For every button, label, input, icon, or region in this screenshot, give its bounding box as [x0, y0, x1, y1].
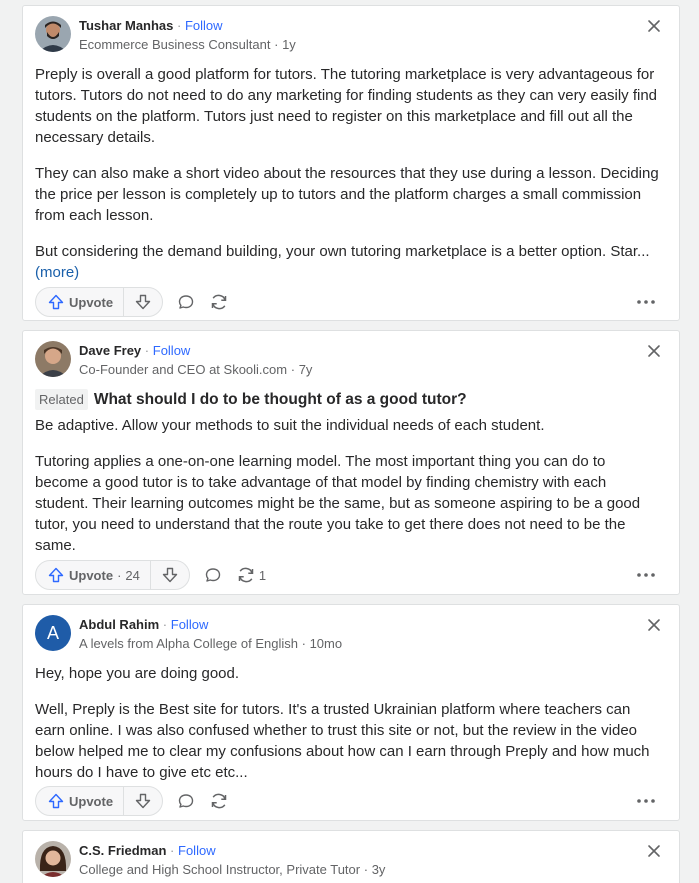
downvote-button[interactable]	[151, 561, 189, 589]
downvote-button[interactable]	[124, 288, 162, 316]
answer-header: Tushar Manhas · Follow Ecommerce Busines…	[35, 16, 296, 53]
comment-icon	[205, 568, 221, 582]
upvote-count: 24	[125, 567, 140, 583]
avatar[interactable]	[35, 841, 71, 877]
answer-paragraph: They can also make a short video about t…	[35, 165, 659, 224]
comment-button[interactable]	[177, 792, 195, 810]
action-bar: Upvote · 24 1	[35, 560, 661, 590]
answer-header: A Abdul Rahim · Follow A levels from Alp…	[35, 615, 342, 652]
more-options-icon[interactable]	[631, 560, 661, 590]
answer-header: Dave Frey · Follow Co-Founder and CEO at…	[35, 341, 312, 378]
vote-pill: Upvote	[35, 287, 164, 317]
author-credential[interactable]: Ecommerce Business Consultant	[79, 37, 270, 52]
close-icon[interactable]	[647, 19, 661, 33]
comment-icon	[178, 794, 194, 808]
share-button[interactable]: 1	[236, 566, 266, 584]
answer-body: Hey, hope you are doing good. Well, Prep…	[35, 663, 661, 783]
close-icon[interactable]	[647, 844, 661, 858]
separator-dot: ·	[170, 843, 175, 858]
follow-link[interactable]: Follow	[153, 343, 191, 358]
upvote-label: Upvote	[69, 294, 114, 310]
upvote-label: Upvote	[69, 793, 114, 809]
answer-age[interactable]: 1y	[282, 37, 296, 52]
answer-paragraph: Tutoring applies a one-on-one learning m…	[35, 453, 641, 554]
vote-pill: Upvote	[35, 786, 164, 816]
avatar[interactable]: A	[35, 615, 71, 651]
more-link[interactable]: (more)	[35, 264, 79, 281]
related-tag: Related	[35, 389, 88, 410]
answer-paragraph: Well, Preply is the Best site for tutors…	[35, 701, 650, 781]
answer-paragraph: Hey, hope you are doing good.	[35, 665, 240, 682]
upvote-button[interactable]: Upvote · 24	[36, 561, 151, 589]
separator-dot: ·	[363, 862, 369, 877]
share-icon	[211, 793, 227, 809]
related-question-title[interactable]: What should I do to be thought of as a g…	[94, 389, 467, 410]
upvote-arrow-icon	[48, 793, 64, 809]
author-name[interactable]: Tushar Manhas	[79, 18, 173, 33]
follow-link[interactable]: Follow	[178, 843, 216, 858]
avatar[interactable]	[35, 16, 71, 52]
vote-pill: Upvote · 24	[35, 560, 190, 590]
close-icon[interactable]	[647, 618, 661, 632]
upvote-label: Upvote	[69, 567, 114, 583]
share-icon	[211, 294, 227, 310]
comment-button[interactable]	[177, 293, 195, 311]
separator-dot: ·	[117, 567, 122, 583]
separator-dot: ·	[274, 37, 279, 52]
follow-link[interactable]: Follow	[171, 617, 209, 632]
answer-paragraph: Preply is overall a good platform for tu…	[35, 66, 658, 146]
author-credential[interactable]: College and High School Instructor, Priv…	[79, 862, 360, 877]
action-bar: Upvote	[35, 287, 661, 317]
answer-paragraph: But considering the demand building, you…	[35, 243, 650, 260]
downvote-button[interactable]	[124, 787, 162, 815]
page-scrollbar[interactable]	[691, 0, 699, 883]
separator-dot: ·	[177, 18, 182, 33]
answer-card: C.S. Friedman · Follow College and High …	[22, 830, 680, 883]
author-name[interactable]: C.S. Friedman	[79, 843, 166, 858]
more-options-icon[interactable]	[631, 786, 661, 816]
separator-dot: ·	[162, 617, 168, 632]
share-button[interactable]	[209, 293, 229, 311]
answer-paragraph: Be adaptive. Allow your methods to suit …	[35, 417, 545, 434]
upvote-button[interactable]: Upvote	[36, 787, 125, 815]
answer-card: Dave Frey · Follow Co-Founder and CEO at…	[22, 330, 680, 595]
separator-dot: ·	[144, 343, 150, 358]
author-credential[interactable]: Co-Founder and CEO at Skooli.com	[79, 362, 287, 377]
follow-link[interactable]: Follow	[185, 18, 223, 33]
downvote-arrow-icon	[135, 793, 151, 809]
close-icon[interactable]	[647, 344, 661, 358]
answer-card: Tushar Manhas · Follow Ecommerce Busines…	[22, 5, 680, 321]
related-question[interactable]: Related What should I do to be thought o…	[35, 389, 661, 410]
action-bar: Upvote	[35, 786, 661, 816]
share-count: 1	[258, 567, 267, 583]
author-name[interactable]: Abdul Rahim	[79, 617, 159, 632]
avatar[interactable]	[35, 341, 71, 377]
comment-button[interactable]	[204, 566, 222, 584]
answer-body: Preply is overall a good platform for tu…	[35, 64, 661, 283]
share-icon	[238, 567, 254, 583]
upvote-arrow-icon	[48, 294, 64, 310]
answer-age[interactable]: 10mo	[310, 636, 343, 651]
answer-card: A Abdul Rahim · Follow A levels from Alp…	[22, 604, 680, 821]
separator-dot: ·	[301, 636, 306, 651]
share-button[interactable]	[209, 792, 229, 810]
author-name[interactable]: Dave Frey	[79, 343, 141, 358]
author-credential[interactable]: A levels from Alpha College of English	[79, 636, 298, 651]
avatar-letter: A	[46, 622, 59, 643]
downvote-arrow-icon	[135, 294, 151, 310]
upvote-button[interactable]: Upvote	[36, 288, 125, 316]
upvote-arrow-icon	[48, 567, 64, 583]
answer-body: Related What should I do to be thought o…	[35, 389, 661, 556]
separator-dot: ·	[290, 362, 296, 377]
downvote-arrow-icon	[162, 567, 178, 583]
answer-age[interactable]: 7y	[299, 362, 313, 377]
answer-header: C.S. Friedman · Follow College and High …	[35, 841, 385, 878]
comment-icon	[178, 295, 194, 309]
answer-age[interactable]: 3y	[372, 862, 386, 877]
more-options-icon[interactable]	[631, 287, 661, 317]
